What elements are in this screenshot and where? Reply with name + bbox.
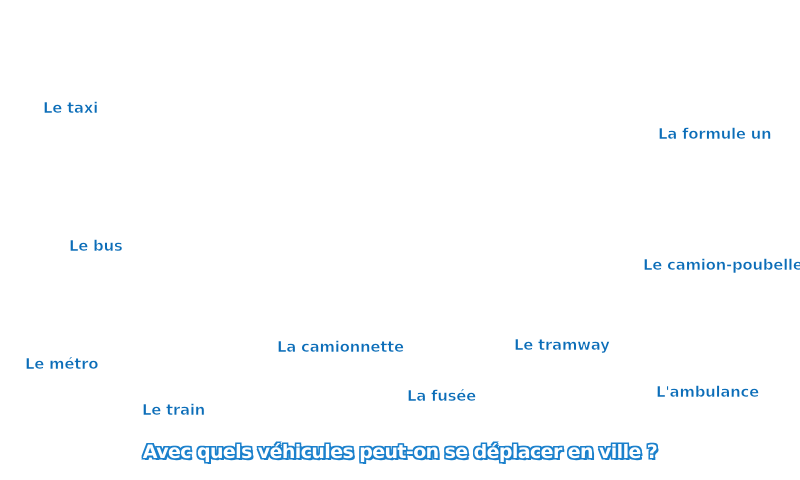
word-card-metro[interactable]: Le métro xyxy=(25,355,99,374)
word-card-ambulance[interactable]: L'ambulance xyxy=(656,383,760,402)
word-card-bus[interactable]: Le bus xyxy=(69,237,123,256)
word-card-train[interactable]: Le train xyxy=(142,401,206,420)
word-card-tramway[interactable]: Le tramway xyxy=(514,336,610,355)
word-card-camionnette[interactable]: La camionnette xyxy=(277,338,405,357)
question-prompt: Avec quels véhicules peut-on se déplacer… xyxy=(142,441,658,463)
word-card-taxi[interactable]: Le taxi xyxy=(43,99,99,118)
game-stage: Le taxi La formule un Le bus Le camion-p… xyxy=(0,0,800,480)
word-card-fusee[interactable]: La fusée xyxy=(407,387,477,406)
word-card-formule-un[interactable]: La formule un xyxy=(658,125,772,144)
word-card-camion-poubelle[interactable]: Le camion-poubelle xyxy=(643,256,800,275)
